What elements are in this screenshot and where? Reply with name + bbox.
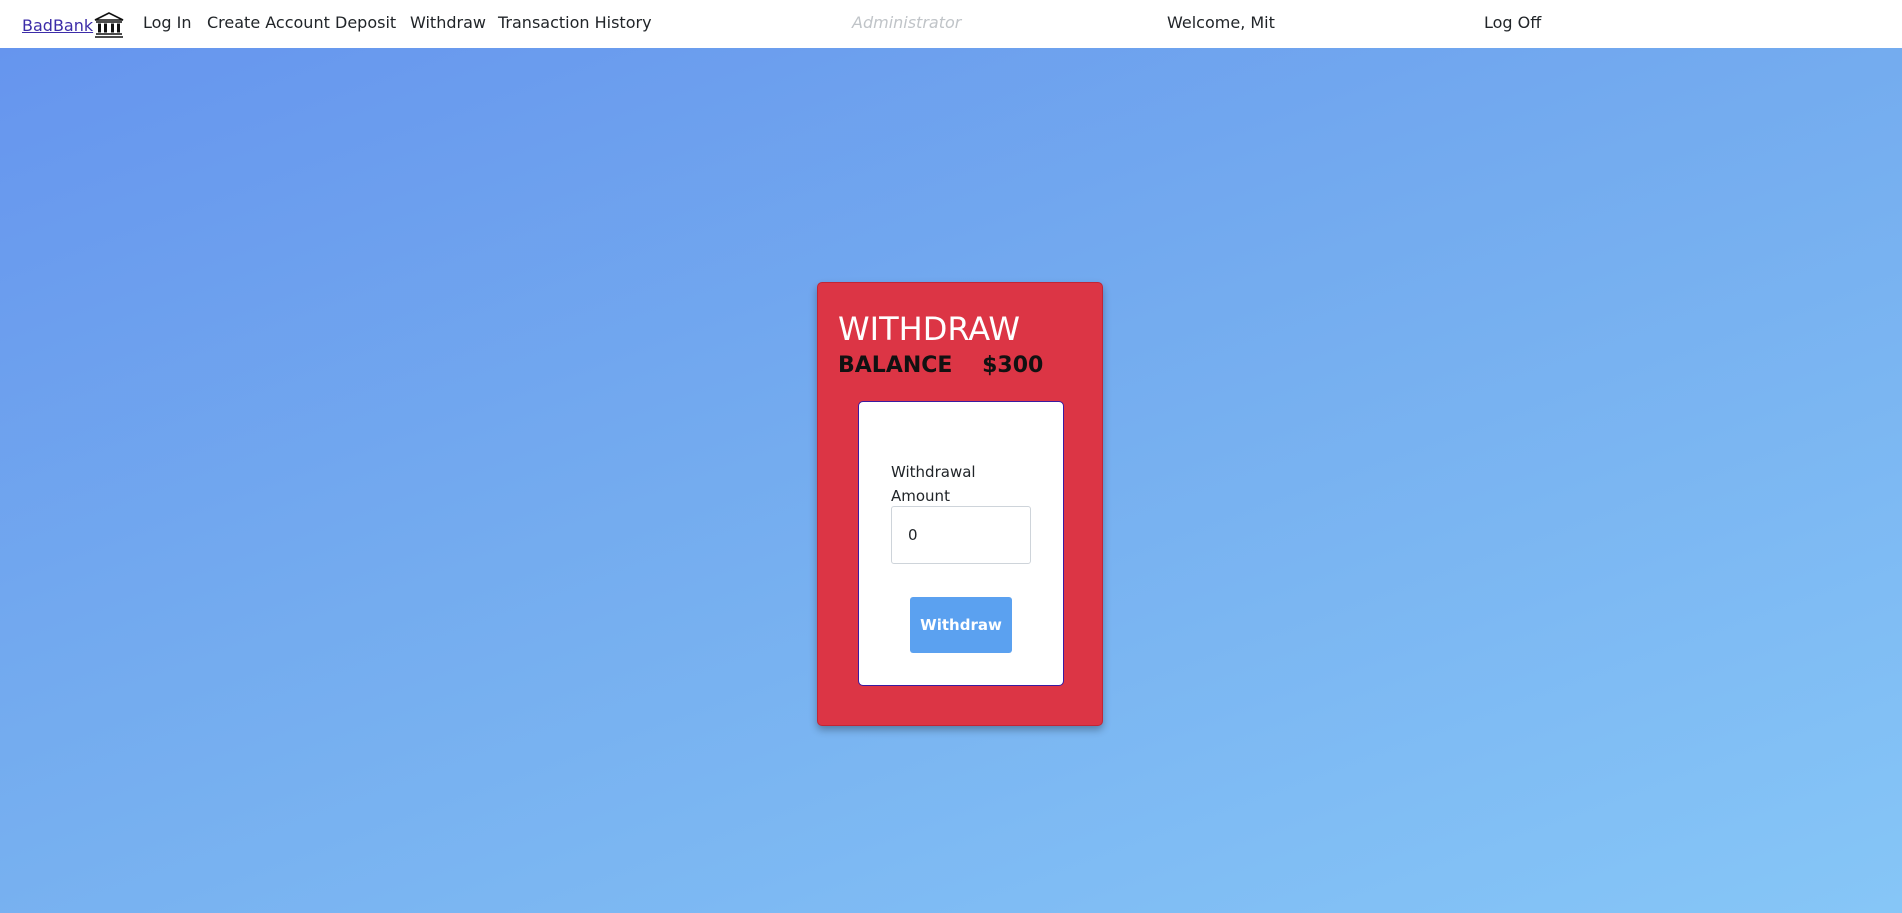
nav-withdraw[interactable]: Withdraw bbox=[410, 14, 486, 32]
nav-create-account[interactable]: Create Account bbox=[207, 14, 330, 32]
navbar: BadBank Log In Create Account Deposit Wi… bbox=[0, 0, 1902, 48]
brand-name: BadBank bbox=[22, 15, 94, 35]
card-title: WITHDRAW bbox=[838, 310, 1021, 348]
withdraw-card: WITHDRAW BALANCE $300 Withdrawal Amount … bbox=[817, 282, 1103, 726]
balance-value: $300 bbox=[982, 353, 1044, 378]
withdraw-button[interactable]: Withdraw bbox=[910, 597, 1012, 653]
welcome-text: Welcome, Mit bbox=[1167, 13, 1275, 32]
nav-login[interactable]: Log In bbox=[143, 14, 192, 32]
nav-deposit[interactable]: Deposit bbox=[335, 14, 396, 32]
bank-building-icon bbox=[94, 12, 124, 38]
nav-administrator: Administrator bbox=[852, 13, 962, 32]
balance-label: BALANCE bbox=[838, 353, 953, 378]
withdrawal-amount-input[interactable] bbox=[891, 506, 1031, 564]
withdraw-form: Withdrawal Amount Withdraw bbox=[858, 401, 1064, 686]
nav-transaction-history[interactable]: Transaction History bbox=[498, 14, 652, 32]
withdrawal-amount-label: Withdrawal Amount bbox=[891, 463, 976, 505]
nav-logoff[interactable]: Log Off bbox=[1484, 14, 1541, 32]
main-area: WITHDRAW BALANCE $300 Withdrawal Amount … bbox=[0, 48, 1902, 913]
brand-link[interactable]: BadBank bbox=[22, 12, 124, 38]
balance-row: BALANCE $300 bbox=[838, 353, 1043, 378]
